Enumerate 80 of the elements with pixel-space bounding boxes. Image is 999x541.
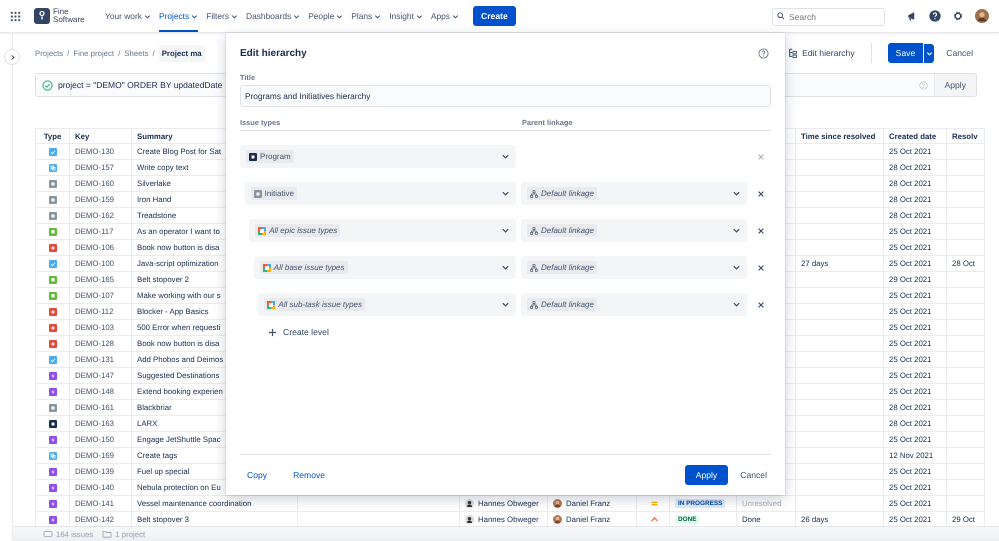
chevron-down-icon [501,300,510,309]
caret-icon [926,50,933,56]
parent-linkage-select[interactable]: Default linkage [521,182,747,205]
hierarchy-icon [530,300,538,308]
nav-menu-item[interactable]: Dashboards [246,0,300,32]
linkage-label: Default linkage [541,226,594,235]
caret-icon [231,12,238,20]
user-avatar [553,499,562,508]
chevron-down-icon [501,226,510,235]
cancel-button[interactable]: Cancel [736,466,771,484]
remove-level-icon[interactable] [757,226,765,234]
plus-icon [268,328,277,336]
help-icon[interactable] [929,10,941,22]
issue-type-select[interactable]: Program [240,145,516,168]
settings-icon[interactable] [952,10,964,22]
folder-icon [102,530,112,538]
logo-icon[interactable] [34,8,50,24]
dialog-link[interactable]: Copy [247,470,268,480]
issues-icon [43,530,53,538]
issue-type-select[interactable]: Initiative [244,182,516,205]
hierarchy-icon [530,264,538,272]
caret-icon [191,12,198,20]
chevron-down-icon [501,263,510,272]
chevron-down-icon [732,226,741,235]
search-icon [777,12,785,20]
chevron-down-icon [732,189,741,198]
nav-menu-item[interactable]: Filters [206,0,238,32]
issue-type-select[interactable]: All epic issue types [249,219,516,242]
caret-icon [336,12,344,20]
user-avatar[interactable] [975,9,989,23]
apply-button[interactable]: Apply [684,465,728,485]
chevron-down-icon [732,300,741,309]
search-field[interactable]: Search [772,8,885,26]
issue-type-label: Initiative [264,189,294,198]
chevron-down-icon [501,152,510,161]
dialog-title: Edit hierarchy [240,48,307,58]
remove-level-icon[interactable] [757,264,765,272]
brand-name: Fine Software [53,8,86,24]
save-options-button[interactable] [924,44,934,62]
caret-icon [416,12,423,20]
expand-sidebar-button[interactable] [5,50,19,64]
caret-icon [452,12,459,20]
caret-icon [144,12,151,20]
title-input-field[interactable]: Programs and Initiatives hierarchy [240,85,771,107]
save-button[interactable]: Save [888,43,924,63]
apply-query-button[interactable]: Apply [934,74,976,96]
parent-linkage-select[interactable]: Default linkage [521,256,747,279]
query-text: project = "DEMO" ORDER BY updatedDate [58,80,222,90]
create-button[interactable]: Create [473,6,516,26]
chevron-down-icon [732,263,741,272]
linkage-label: Default linkage [541,300,594,309]
caret-icon [374,12,382,20]
caret-icon [293,12,300,20]
nav-menu-item[interactable]: People [308,0,344,32]
hierarchy-icon [530,190,538,198]
issue-type-select[interactable]: All base issue types [254,256,516,279]
app-grid-icon[interactable] [10,10,21,22]
nav-menu-item[interactable]: Apps [430,0,459,32]
help-icon[interactable] [758,48,769,58]
chevron-right-icon [8,54,16,60]
nav-menu-item[interactable]: Plans [351,0,382,32]
chevron-down-icon [501,189,510,198]
cancel-button[interactable]: Cancel [942,44,977,62]
user-avatar [465,515,474,524]
issue-type-select[interactable]: All sub-task issue types [258,293,516,316]
issue-type-label: Program [260,152,291,161]
remove-level-icon[interactable] [757,300,765,308]
hierarchy-icon [788,48,798,58]
nav-menu-item[interactable]: Your work [105,0,151,32]
parent-linkage-select[interactable]: Default linkage [521,219,747,242]
user-avatar [553,515,562,524]
nav-menu-item[interactable]: Projects [158,0,198,32]
linkage-label: Default linkage [541,189,594,198]
hierarchy-icon [530,226,538,234]
remove-level-icon[interactable] [757,190,765,198]
nav-menu-item[interactable]: Insight [389,0,423,32]
linkage-label: Default linkage [541,263,594,272]
edit-hierarchy-button[interactable]: Edit hierarchy [788,48,855,58]
parent-linkage-select[interactable]: Default linkage [521,293,747,316]
user-avatar [465,499,474,508]
